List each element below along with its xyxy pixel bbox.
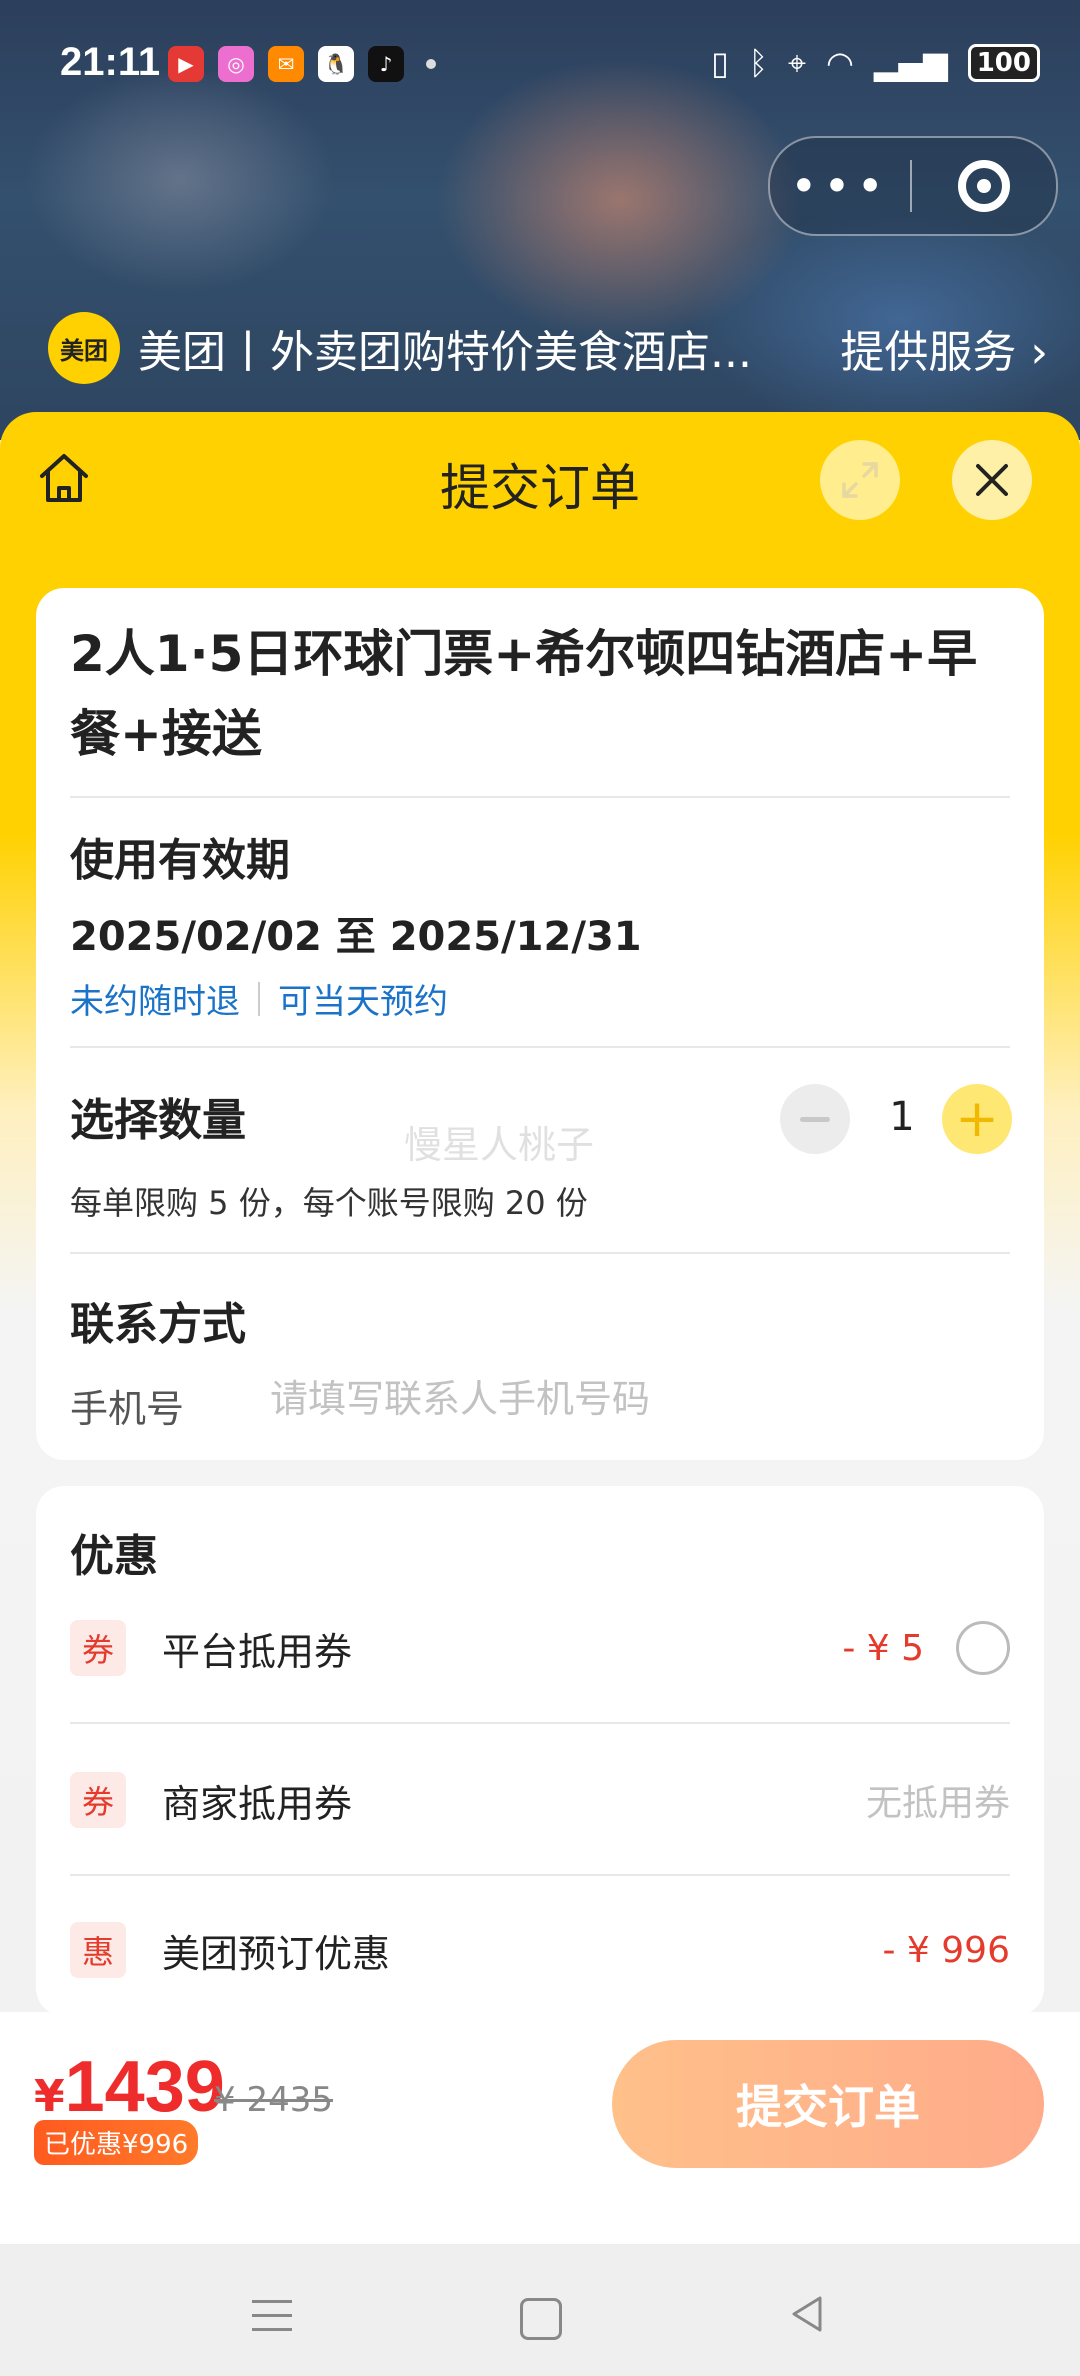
mini-program-title: 美团丨外卖团购特价美食酒店... [138, 327, 752, 378]
contact-label: 联系方式 [70, 1299, 246, 1350]
purchase-limit-text: 每单限购 5 份，每个账号限购 20 份 [70, 1184, 588, 1222]
divider [70, 1874, 1010, 1876]
platform-coupon-row[interactable]: 券 平台抵用券 - ¥ 5 [70, 1598, 1010, 1698]
chevron-right-icon: › [1030, 327, 1048, 378]
merchant-coupon-row[interactable]: 券 商家抵用券 无抵用券 [70, 1750, 1010, 1850]
platform-coupon-amount: - ¥ 5 [842, 1627, 924, 1669]
close-mini-program-button[interactable] [912, 160, 1056, 212]
system-navigation-bar [0, 2244, 1080, 2376]
same-day-booking-link[interactable]: 可当天预约 [278, 974, 448, 1023]
video-app-icon: ▶ [168, 46, 204, 82]
page-title: 提交订单 [440, 459, 640, 517]
quantity-decrease-button[interactable] [780, 1084, 850, 1154]
bluetooth-icon: ᛒ [748, 44, 768, 82]
booking-discount-row: 惠 美团预订优惠 - ¥ 996 [70, 1900, 1010, 2000]
location-icon: ⌖ [787, 44, 806, 82]
sheet-header: 提交订单 [0, 412, 1080, 552]
divider [70, 796, 1010, 798]
original-price: ¥ 2435 [214, 2080, 333, 2120]
divider [70, 1252, 1010, 1254]
divider [70, 1046, 1010, 1048]
meituan-logo: 美团 [48, 312, 120, 384]
qq-app-icon: 🐧 [318, 46, 354, 82]
close-button[interactable] [952, 440, 1032, 520]
service-link-label: 提供服务 [840, 327, 1017, 378]
mini-program-capsule: ••• [768, 136, 1058, 236]
merchant-coupon-label: 商家抵用券 [162, 1781, 353, 1826]
watermark-text: 慢星人桃子 [404, 1123, 595, 1167]
more-notifications-icon [426, 59, 436, 69]
final-price: ¥ 1439 [34, 2046, 225, 2128]
phone-input[interactable] [268, 1368, 972, 1430]
phone-label: 手机号 [70, 1387, 185, 1431]
status-time: 21:11 [60, 40, 161, 84]
mini-program-info-row: 美团 美团丨外卖团购特价美食酒店... 提供服务 › [48, 312, 1048, 384]
signal-icon: ▂▄▆ [873, 44, 948, 82]
expand-button[interactable] [820, 440, 900, 520]
discount-card: 优惠 券 平台抵用券 - ¥ 5 券 商家抵用券 无抵用券 惠 美团预订优惠 -… [36, 1486, 1044, 2016]
mail-app-icon: ✉ [268, 46, 304, 82]
quantity-value: 1 [889, 1094, 915, 1140]
merchant-coupon-status: 无抵用券 [865, 1783, 1010, 1824]
close-icon [976, 464, 1008, 496]
submit-order-button[interactable]: 提交订单 [612, 2040, 1044, 2168]
validity-label: 使用有效期 [70, 835, 290, 886]
coupon-badge: 券 [70, 1620, 126, 1676]
notification-icons: ▶ ◎ ✉ 🐧 ♪ [168, 46, 436, 82]
service-link[interactable]: 提供服务 › [840, 316, 1048, 380]
booking-discount-amount: - ¥ 996 [882, 1929, 1011, 1971]
recent-apps-button[interactable] [252, 2300, 292, 2342]
camera-app-icon: ◎ [218, 46, 254, 82]
validity-dates: 2025/02/02 至 2025/12/31 [70, 914, 642, 960]
battery-icon: 100 [967, 44, 1040, 82]
booking-discount-label: 美团预订优惠 [162, 1931, 391, 1976]
minus-icon [800, 1116, 830, 1122]
divider [70, 1722, 1010, 1724]
back-icon [792, 2296, 822, 2332]
policy-divider [258, 981, 260, 1016]
product-title: 2人1·5日环球门票+希尔顿四钻酒店+早餐+接送 [70, 625, 978, 763]
wifi-icon: ◠ [825, 44, 854, 82]
order-info-card: 2人1·5日环球门票+希尔顿四钻酒店+早餐+接送 使用有效期 2025/02/0… [36, 588, 1044, 1460]
platform-coupon-label: 平台抵用券 [162, 1629, 353, 1674]
vibrate-icon: ▯ [711, 44, 729, 82]
more-menu-button[interactable]: ••• [770, 163, 910, 209]
tiktok-app-icon: ♪ [368, 46, 404, 82]
saved-amount-badge: 已优惠¥996 [34, 2120, 199, 2165]
refund-policy-link[interactable]: 未约随时退 [70, 974, 240, 1023]
home-nav-button[interactable] [520, 2298, 562, 2340]
policy-row: 未约随时退 可当天预约 [70, 974, 448, 1023]
status-bar: 21:11 ▶ ◎ ✉ 🐧 ♪ ▯ ᛒ ⌖ ◠ ▂▄▆ 100 [0, 0, 1080, 130]
expand-icon [842, 462, 878, 498]
platform-coupon-radio[interactable] [956, 1621, 1010, 1675]
quantity-increase-button[interactable]: + [942, 1084, 1012, 1154]
system-icons: ▯ ᛒ ⌖ ◠ ▂▄▆ 100 [711, 44, 1040, 82]
plus-icon: + [955, 1089, 999, 1149]
currency-symbol: ¥ [34, 2071, 65, 2122]
target-icon [958, 160, 1010, 212]
checkout-bar: ¥ 1439 ¥ 2435 已优惠¥996 提交订单 [0, 2012, 1080, 2244]
back-button[interactable] [788, 2294, 828, 2338]
discount-title: 优惠 [70, 1531, 158, 1582]
discount-badge: 惠 [70, 1922, 126, 1978]
quantity-label: 选择数量 [70, 1095, 246, 1146]
coupon-badge: 券 [70, 1772, 126, 1828]
price-value: 1439 [64, 2047, 225, 2127]
